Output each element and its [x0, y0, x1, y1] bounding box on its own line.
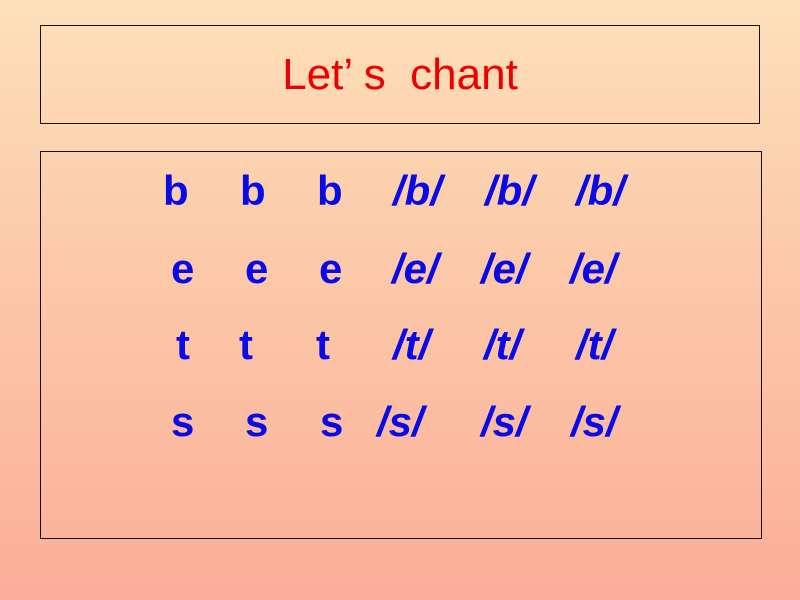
letter: t	[316, 321, 330, 368]
phoneme: /b/	[576, 167, 625, 214]
slide-title: Let’ s chant	[282, 49, 518, 99]
phoneme: /t/	[576, 321, 614, 368]
letter: e	[245, 245, 269, 292]
phoneme: /b/	[485, 167, 534, 214]
phoneme: /e/	[481, 245, 528, 292]
letter: b	[240, 167, 266, 214]
letter: t	[176, 321, 190, 368]
letter: s	[171, 398, 195, 445]
chant-box: b b b /b/ /b/ /b/ e e e /e/ /e/ /e/ t t …	[40, 151, 762, 539]
phoneme: /t/	[484, 321, 522, 368]
phoneme: /t/	[393, 321, 431, 368]
phoneme: /s/	[481, 398, 528, 445]
chant-row-t: t t t /t/ /t/ /t/	[41, 320, 761, 370]
chant-row-b: b b b /b/ /b/ /b/	[41, 166, 761, 216]
title-box: Let’ s chant	[40, 25, 760, 124]
phoneme: /b/	[393, 167, 442, 214]
chant-row-e: e e e /e/ /e/ /e/	[41, 244, 761, 294]
letter: s	[320, 398, 344, 445]
phoneme: /e/	[392, 245, 439, 292]
chant-row-s: s s s /s/ /s/ /s/	[41, 397, 761, 447]
letter: b	[317, 167, 343, 214]
letter: b	[163, 167, 189, 214]
letter: s	[245, 398, 269, 445]
phoneme: /s/	[571, 398, 618, 445]
phoneme: /e/	[570, 245, 617, 292]
phoneme: /s/	[377, 398, 424, 445]
letter: t	[239, 321, 253, 368]
letter: e	[171, 245, 195, 292]
letter: e	[319, 245, 343, 292]
